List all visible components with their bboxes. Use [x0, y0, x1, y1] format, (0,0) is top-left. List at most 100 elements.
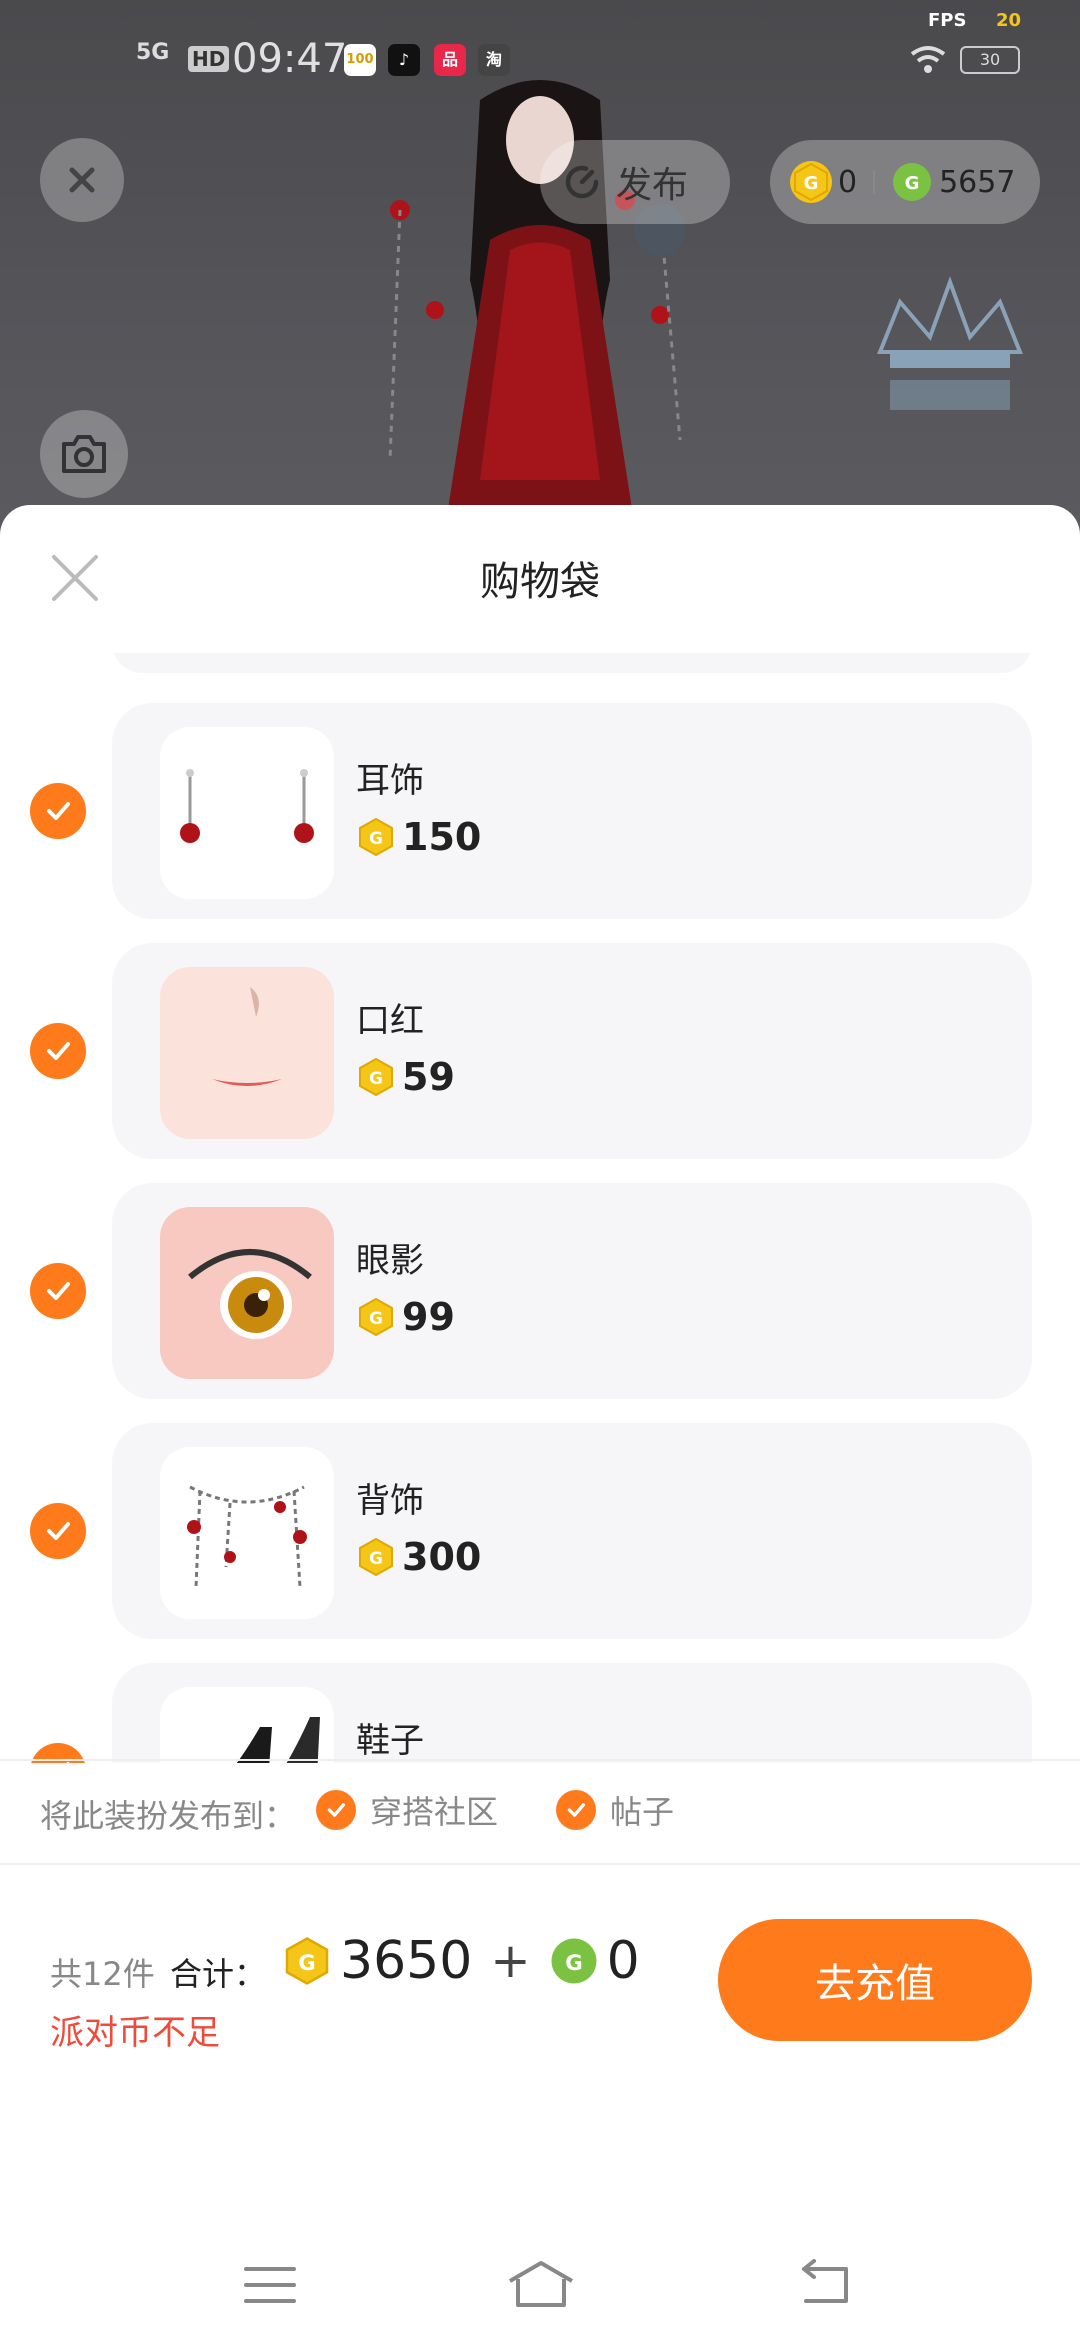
check-icon	[47, 1042, 70, 1060]
gold-coin-icon: G	[359, 1537, 393, 1577]
item-name: 背饰	[356, 1481, 424, 1521]
check-icon	[327, 1803, 345, 1817]
svg-text:G: G	[804, 173, 819, 194]
item-checkbox[interactable]	[30, 1503, 86, 1559]
sheet-title: 购物袋	[480, 559, 600, 605]
item-price: G 150	[356, 815, 481, 859]
gold-total: 3650	[340, 1931, 473, 1991]
svg-text:G: G	[369, 1549, 383, 1569]
tiktok-icon: ♪	[388, 44, 420, 76]
crown-logo	[877, 276, 1023, 410]
check-icon	[47, 1282, 70, 1300]
red-app-icon: 品	[434, 44, 466, 76]
divider	[873, 170, 876, 194]
camera-button[interactable]	[40, 410, 128, 498]
list-item[interactable]: 眼影 G 99	[30, 1183, 1032, 1399]
item-price: G 59	[356, 1055, 455, 1099]
option-label: 穿搭社区	[370, 1793, 499, 1831]
shopping-bag-sheet: 购物袋 耳饰 G 150 口红 G 59 眼影 G 99 背饰 G 300 鞋子…	[0, 505, 1080, 2340]
item-thumbnail	[160, 967, 334, 1139]
close-icon	[69, 167, 95, 193]
status-bar: 5G HD 09:47 100 ♪ 品 淘 FPS 20 30	[0, 0, 1080, 90]
publish-label: 发布	[616, 165, 689, 206]
publish-icon	[565, 165, 599, 199]
green-balance: 5657	[939, 164, 1016, 200]
price-value: 99	[402, 1295, 455, 1339]
wifi-icon	[910, 46, 946, 73]
item-thumbnail	[160, 727, 334, 899]
price-value: 59	[402, 1055, 455, 1099]
plus-sign: +	[490, 1933, 531, 1989]
fps-label: FPS	[928, 10, 967, 31]
hd-indicator: HD	[188, 46, 230, 72]
list-item-partial	[112, 653, 1032, 673]
list-item[interactable]: 鞋子 G 469	[30, 1663, 1032, 1763]
item-checkbox[interactable]	[30, 783, 86, 839]
signal-indicator: 5G	[136, 40, 170, 65]
option-label: 帖子	[610, 1793, 675, 1831]
gold-coin-icon: G	[359, 1297, 393, 1337]
svg-text:G: G	[298, 1951, 315, 1976]
item-price: G 300	[356, 1535, 481, 1579]
svg-text:G: G	[369, 1069, 383, 1089]
app-100-icon: 100	[344, 44, 376, 76]
item-name: 鞋子	[356, 1721, 424, 1761]
gold-coin-icon: G	[359, 1057, 393, 1097]
gold-coin-icon: G	[790, 161, 832, 203]
camera-icon	[62, 435, 106, 473]
gold-coin-icon: G	[359, 817, 393, 857]
svg-text:G: G	[905, 173, 920, 194]
home-icon[interactable]	[506, 2255, 576, 2315]
check-icon	[567, 1803, 585, 1817]
item-name: 口红	[356, 1001, 424, 1041]
total-amount: G 3650 + G 0	[282, 1931, 640, 1991]
price-value: 300	[402, 1535, 482, 1579]
item-name: 耳饰	[356, 761, 424, 801]
item-thumbnail	[160, 1687, 334, 1763]
character-figure	[388, 80, 686, 560]
svg-text:G: G	[369, 829, 383, 849]
green-coin-icon: G	[551, 1938, 597, 1984]
clock: 09:47	[232, 36, 348, 82]
system-nav-bar	[0, 2235, 1080, 2340]
close-scene-button[interactable]	[40, 138, 124, 222]
item-name: 眼影	[356, 1241, 424, 1281]
list-item[interactable]: 耳饰 G 150	[30, 703, 1032, 919]
battery-indicator: 30	[960, 46, 1020, 74]
check-icon	[47, 802, 70, 820]
option-outfit-community[interactable]: 穿搭社区	[316, 1787, 498, 1833]
fps-value: 20	[996, 10, 1022, 31]
item-price: G 99	[356, 1295, 455, 1339]
order-summary: 共12件 合计： G 3650 + G 0 派对币不足 去充值	[0, 1865, 1080, 2065]
publish-button[interactable]: 发布	[540, 140, 730, 224]
check-icon	[47, 1522, 70, 1540]
taobao-icon: 淘	[478, 44, 510, 76]
back-icon[interactable]	[794, 2255, 854, 2315]
insufficient-funds-warning: 派对币不足	[50, 2013, 220, 2053]
option-post[interactable]: 帖子	[556, 1787, 674, 1833]
gold-balance: 0	[838, 164, 858, 200]
item-count: 共12件	[50, 1955, 155, 1993]
cart-list[interactable]: 耳饰 G 150 口红 G 59 眼影 G 99 背饰 G 300 鞋子	[0, 653, 1080, 1763]
green-total: 0	[606, 1931, 640, 1991]
publish-to-label: 将此装扮发布到：	[40, 1797, 297, 1835]
svg-text:G: G	[369, 1309, 383, 1329]
menu-icon[interactable]	[240, 2255, 300, 2315]
publish-options: 将此装扮发布到： 穿搭社区 帖子	[0, 1759, 1080, 1865]
option-checkbox[interactable]	[556, 1790, 596, 1830]
green-coin-icon: G	[891, 161, 933, 203]
total-label: 合计：	[170, 1955, 267, 1993]
option-checkbox[interactable]	[316, 1790, 356, 1830]
currency-balance[interactable]: G 0 G 5657	[770, 140, 1040, 224]
item-thumbnail	[160, 1207, 334, 1379]
gold-coin-icon: G	[285, 1937, 329, 1985]
price-value: 150	[402, 815, 482, 859]
list-item[interactable]: 口红 G 59	[30, 943, 1032, 1159]
recharge-button[interactable]: 去充值	[718, 1919, 1032, 2041]
item-checkbox[interactable]	[30, 1263, 86, 1319]
list-item[interactable]: 背饰 G 300	[30, 1423, 1032, 1639]
svg-text:G: G	[565, 1951, 582, 1976]
item-checkbox[interactable]	[30, 1023, 86, 1079]
game-scene: 5G HD 09:47 100 ♪ 品 淘 FPS 20 30 发布 G 0 G…	[0, 0, 1080, 560]
item-thumbnail	[160, 1447, 334, 1619]
